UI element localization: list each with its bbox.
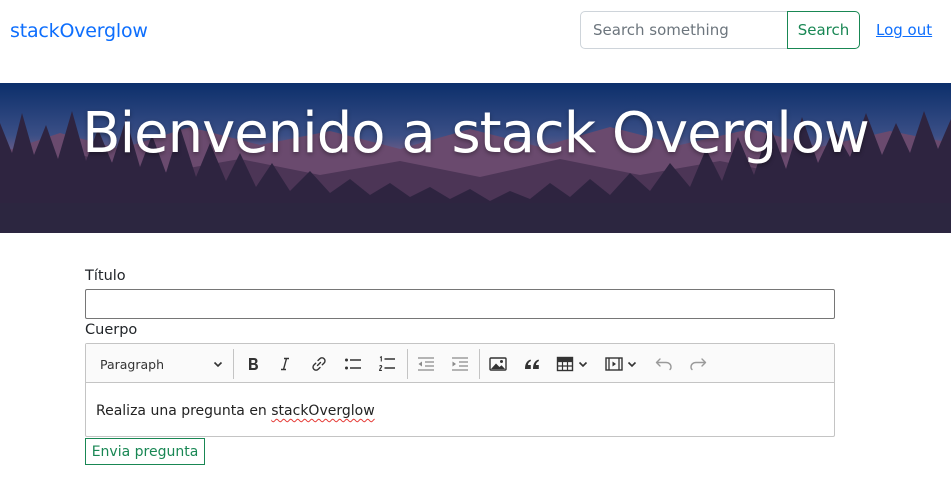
outdent-button[interactable]: [413, 350, 439, 378]
title-label: Título: [85, 268, 126, 284]
toolbar-separator: [479, 349, 480, 379]
italic-icon: [281, 357, 289, 371]
logout-link[interactable]: Log out: [876, 21, 932, 39]
editor-content[interactable]: Realiza una pregunta en stackOverglow: [96, 403, 375, 419]
redo-button[interactable]: [685, 350, 711, 378]
redo-icon: [690, 358, 707, 371]
hero-banner: Bienvenido a stack Overglow: [0, 83, 951, 233]
misspelled-word: stackOverglow: [271, 403, 375, 419]
heading-select-label: Paragraph: [100, 356, 165, 372]
insert-media-button[interactable]: [602, 350, 642, 378]
body-label: Cuerpo: [85, 322, 138, 338]
indent-button[interactable]: [447, 350, 473, 378]
banner-title: Bienvenido a stack Overglow: [82, 101, 870, 166]
submit-question-button[interactable]: Envia pregunta: [85, 438, 205, 465]
chevron-down-icon: [578, 361, 588, 368]
undo-icon: [655, 358, 672, 371]
blockquote-icon: [525, 359, 539, 369]
insert-table-button[interactable]: [553, 350, 593, 378]
editor-toolbar: Paragraph: [86, 344, 834, 383]
numbered-list-icon: [379, 355, 395, 371]
image-icon: [489, 357, 507, 371]
blockquote-button[interactable]: [519, 350, 545, 378]
table-icon: [556, 356, 574, 372]
undo-button[interactable]: [651, 350, 677, 378]
indent-icon: [452, 357, 468, 371]
toolbar-separator: [233, 349, 234, 379]
link-button[interactable]: [306, 350, 332, 378]
chevron-down-icon: [627, 361, 637, 368]
search-button[interactable]: Search: [787, 11, 860, 49]
media-icon: [605, 357, 623, 371]
chevron-down-icon: [213, 361, 223, 368]
bold-icon: [249, 358, 258, 370]
toolbar-separator: [407, 349, 408, 379]
bulleted-list-button[interactable]: [340, 350, 366, 378]
editor-content-text: Realiza una pregunta en: [96, 403, 272, 419]
insert-image-button[interactable]: [485, 350, 511, 378]
heading-select[interactable]: Paragraph: [93, 350, 228, 378]
italic-button[interactable]: [272, 350, 298, 378]
outdent-icon: [418, 357, 434, 371]
bulleted-list-icon: [345, 358, 361, 370]
search-input[interactable]: [580, 11, 788, 49]
numbered-list-button[interactable]: [374, 350, 400, 378]
rich-text-editor[interactable]: Paragraph Realiza una pregunta en stackO…: [85, 343, 835, 437]
title-input[interactable]: [85, 289, 835, 319]
link-icon: [312, 357, 326, 371]
bold-button[interactable]: [240, 350, 266, 378]
brand-link[interactable]: stackOverglow: [10, 20, 148, 42]
